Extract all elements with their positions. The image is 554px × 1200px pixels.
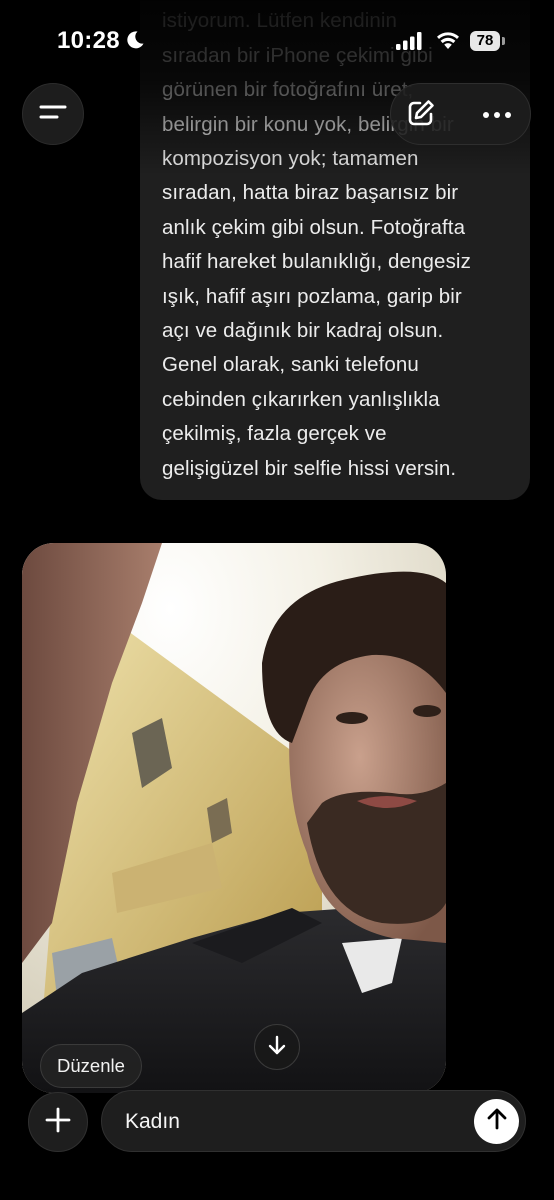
message-line: sıradan, hatta biraz başarısız bir bbox=[162, 181, 459, 205]
battery-tip bbox=[502, 37, 505, 45]
generated-image[interactable] bbox=[22, 543, 446, 1093]
status-time: 10:28 bbox=[57, 27, 120, 54]
arrow-down-icon bbox=[267, 1034, 287, 1061]
scroll-down-button[interactable] bbox=[254, 1024, 300, 1070]
wifi-icon bbox=[435, 30, 461, 55]
message-line: çekilmiş, fazla gerçek ve bbox=[162, 422, 387, 446]
status-bar: 10:28 78 bbox=[0, 0, 554, 80]
message-line: kompozisyon yok; tamamen bbox=[162, 146, 419, 170]
hamburger-menu-icon bbox=[39, 102, 67, 127]
message-composer bbox=[101, 1090, 526, 1153]
new-chat-button[interactable] bbox=[404, 98, 438, 132]
send-button[interactable] bbox=[474, 1099, 519, 1144]
compose-icon bbox=[406, 98, 436, 133]
more-dots-icon bbox=[482, 106, 512, 124]
moon-icon bbox=[125, 30, 145, 55]
header-actions bbox=[390, 83, 531, 145]
signal-icon bbox=[396, 32, 424, 55]
sidebar-menu-button[interactable] bbox=[22, 83, 84, 145]
message-line: Genel olarak, sanki telefonu bbox=[162, 353, 419, 377]
add-attachment-button[interactable] bbox=[28, 1092, 88, 1152]
message-line: gelişigüzel bir selfie hissi versin. bbox=[162, 456, 457, 480]
arrow-up-icon bbox=[486, 1107, 508, 1136]
more-options-button[interactable] bbox=[477, 98, 517, 132]
message-input[interactable] bbox=[123, 1091, 447, 1153]
battery-icon: 78 bbox=[470, 31, 500, 51]
message-line: hafif hareket bulanıklığı, dengesiz bbox=[162, 250, 471, 274]
message-line: açı ve dağınık bir kadraj olsun. bbox=[162, 318, 444, 342]
plus-icon bbox=[45, 1107, 71, 1138]
edit-image-button[interactable]: Düzenle bbox=[40, 1044, 142, 1088]
message-line: ışık, hafif aşırı pozlama, garip bir bbox=[162, 284, 462, 308]
message-line: anlık çekim gibi olsun. Fotoğrafta bbox=[162, 215, 466, 239]
message-line: cebinden çıkarırken yanlışlıkla bbox=[162, 387, 440, 411]
selfie-photo-illustration bbox=[22, 543, 446, 1093]
